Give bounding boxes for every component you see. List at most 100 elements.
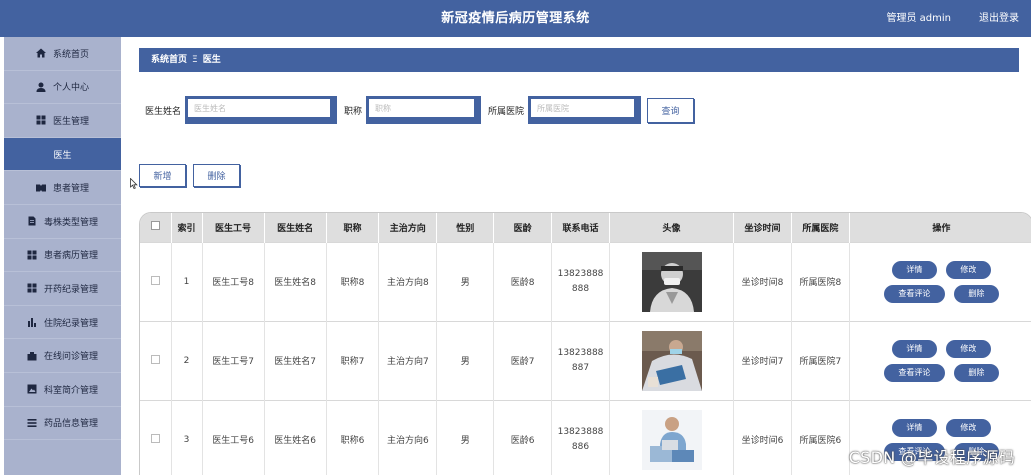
cell-hospital: 所属医院7 [791, 320, 850, 400]
phone-line-2: 887 [571, 362, 590, 373]
row-checkbox[interactable] [150, 354, 160, 364]
logout-link[interactable]: 退出登录 [979, 0, 1019, 37]
sidebar-item-patient-management[interactable]: 患者管理 [4, 171, 121, 205]
delete-button[interactable]: 删除 [953, 363, 999, 382]
sidebar-item-online-consultation-management[interactable]: 在线问诊管理 [4, 339, 121, 373]
cell-hours: 坐诊时间7 [733, 320, 792, 400]
sidebar-item-medical-record-management[interactable]: 患者病历管理 [4, 239, 121, 273]
sidebar-item-label: 医生管理 [52, 116, 89, 127]
cell-title: 职称7 [326, 320, 380, 400]
action-bar: 新增 删除 [139, 164, 240, 187]
cell-direction: 主治方向8 [378, 241, 438, 321]
breadcrumb-home[interactable]: 系统首页 [151, 55, 187, 65]
sidebar-item-department-intro-management[interactable]: 科室简介管理 [4, 373, 121, 407]
sidebar-item-label: 住院纪录管理 [43, 318, 98, 329]
doctor-table: 索引 医生工号 医生姓名 职称 主治方向 性别 医龄 联系电话 头像 坐诊时间 … [139, 212, 1031, 475]
col-hours: 坐诊时间 [733, 213, 792, 242]
col-avatar: 头像 [609, 213, 735, 242]
sidebar-item-home[interactable]: 系统首页 [4, 37, 121, 71]
col-title: 职称 [326, 213, 380, 242]
row-checkbox[interactable] [150, 275, 160, 285]
cell-doctor-name: 医生姓名7 [264, 320, 327, 400]
cell-gender: 男 [436, 399, 495, 475]
table-header-row: 索引 医生工号 医生姓名 职称 主治方向 性别 医龄 联系电话 头像 坐诊时间 … [140, 213, 1031, 242]
cell-avatar [609, 399, 735, 475]
doctor-name-input[interactable] [188, 99, 331, 117]
doctor-avatar-photo [641, 330, 702, 391]
query-button[interactable]: 查询 [647, 97, 695, 123]
cell-gender: 男 [436, 320, 495, 400]
sidebar-item-doctor-management[interactable]: 医生管理 [4, 104, 121, 138]
sidebar-item-label: 个人中心 [52, 83, 89, 94]
hospital-field-frame [528, 96, 642, 124]
grid-icon [36, 115, 46, 125]
view-reviews-button[interactable]: 查看评论 [883, 284, 945, 303]
list-icon [27, 418, 37, 428]
delete-button[interactable]: 删除 [953, 284, 999, 303]
top-header-bar: 新冠疫情后病历管理系统 管理员 admin 退出登录 [0, 0, 1031, 37]
edit-button[interactable]: 修改 [945, 418, 991, 437]
phone-line-2: 886 [571, 441, 590, 452]
edit-button[interactable]: 修改 [945, 339, 991, 358]
detail-button[interactable]: 详情 [891, 418, 937, 437]
cell-age: 医龄7 [493, 320, 553, 400]
cell-direction: 主治方向7 [378, 320, 438, 400]
sidebar-item-label: 系统首页 [52, 49, 89, 60]
sidebar-item-hospitalization-record-management[interactable]: 住院纪录管理 [4, 306, 121, 340]
row-checkbox[interactable] [150, 433, 160, 443]
select-all-checkbox[interactable] [150, 221, 160, 231]
doctor-name-field-frame [185, 96, 338, 124]
sidebar-item-prescription-record-management[interactable]: 开药纪录管理 [4, 272, 121, 306]
image-icon [27, 384, 37, 394]
sidebar-item-strain-type-management[interactable]: 毒株类型管理 [4, 205, 121, 239]
col-gender: 性别 [436, 213, 495, 242]
doctor-avatar-photo [641, 251, 702, 312]
cell-doctor-no: 医生工号8 [202, 241, 265, 321]
document-icon [27, 216, 37, 226]
cell-index: 3 [171, 399, 203, 475]
col-age: 医龄 [493, 213, 553, 242]
detail-button[interactable]: 详情 [891, 339, 937, 358]
cell-direction: 主治方向6 [378, 399, 438, 475]
cell-avatar [609, 241, 735, 321]
detail-button[interactable]: 详情 [891, 260, 937, 279]
sidebar-item-label: 开药纪录管理 [43, 284, 98, 295]
cell-hospital: 所属医院8 [791, 241, 850, 321]
cell-doctor-no: 医生工号7 [202, 320, 265, 400]
doctor-avatar-photo [641, 409, 702, 470]
sidebar-item-profile[interactable]: 个人中心 [4, 71, 121, 105]
sidebar-item-label: 医生 [53, 150, 72, 161]
edit-button[interactable]: 修改 [945, 260, 991, 279]
breadcrumb-current: 医生 [202, 55, 221, 65]
mouse-cursor-icon [130, 178, 138, 189]
search-form: 医生姓名 职称 所属医院 查询 [145, 96, 695, 124]
add-button[interactable]: 新增 [139, 164, 186, 187]
cell-ops: 详情 修改 查看评论 删除 [849, 320, 1031, 400]
sidebar-item-drug-info-management[interactable]: 药品信息管理 [4, 407, 121, 441]
sidebar-nav: 系统首页 个人中心 医生管理 医生 患者管理 毒株类型管理 患者病历管理 开药纪… [4, 37, 121, 475]
breadcrumb-separator: Ξ [192, 55, 198, 65]
table-row: 1 医生工号8 医生姓名8 职称8 主治方向8 男 医龄8 13823888 88… [140, 241, 1031, 321]
phone-line-1: 13823888 [557, 347, 604, 358]
sidebar-item-label: 患者病历管理 [43, 251, 98, 262]
cell-doctor-name: 医生姓名8 [264, 241, 327, 321]
col-doctor-no: 医生工号 [202, 213, 265, 242]
col-doctor-name: 医生姓名 [264, 213, 327, 242]
col-hospital: 所属医院 [791, 213, 850, 242]
sidebar-item-label: 患者管理 [52, 184, 89, 195]
hospital-input[interactable] [531, 99, 635, 117]
sidebar-item-label: 在线问诊管理 [43, 352, 98, 363]
col-index: 索引 [171, 213, 203, 242]
table-row: 2 医生工号7 医生姓名7 职称7 主治方向7 男 医龄7 13823888 88… [140, 320, 1031, 400]
title-input[interactable] [369, 99, 475, 117]
cell-age: 医龄8 [493, 241, 553, 321]
user-icon [36, 82, 46, 92]
title-field-frame [366, 96, 482, 124]
cell-phone: 13823888 886 [551, 399, 610, 475]
batch-delete-button[interactable]: 删除 [193, 164, 240, 187]
hospital-label: 所属医院 [488, 106, 525, 117]
id-card-icon [35, 183, 46, 193]
watermark-text: CSDN @毕设程序源码 [848, 448, 1015, 467]
sidebar-item-doctor[interactable]: 医生 [4, 137, 121, 172]
view-reviews-button[interactable]: 查看评论 [883, 363, 945, 382]
